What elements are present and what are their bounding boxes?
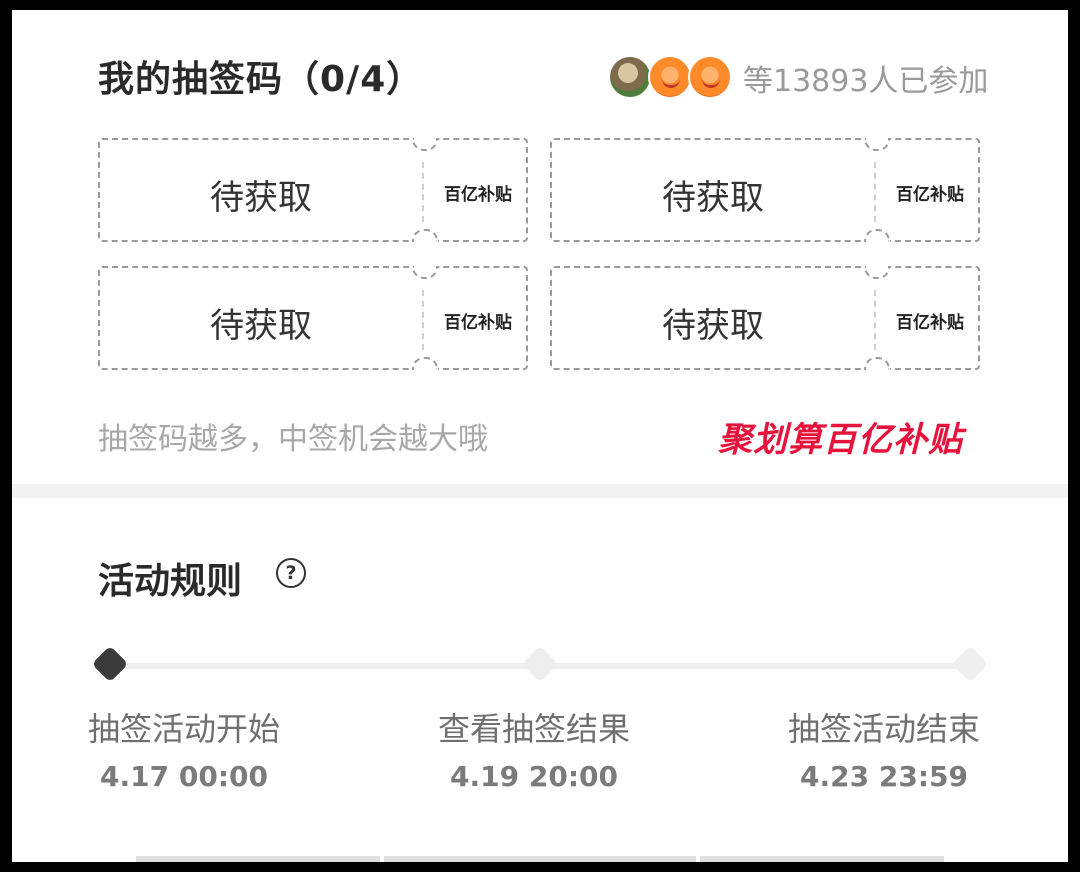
question-circle-icon[interactable]: ?: [276, 558, 306, 588]
ticket-card[interactable]: 待获取 百亿补贴: [98, 266, 528, 370]
step-time-result: 4.19 20:00: [450, 760, 618, 793]
section-divider: [12, 484, 1068, 498]
step-label-result: 查看抽签结果: [437, 710, 630, 748]
bottom-bar: [136, 856, 380, 862]
bottom-bar: [700, 856, 944, 862]
ticket-status: 待获取: [210, 178, 312, 218]
bottom-bar: [384, 856, 696, 862]
step-label-end: 抽签活动结束: [787, 710, 980, 748]
step-time-end: 4.23 23:59: [800, 760, 968, 793]
page-title: 我的抽签码（0/4）: [98, 59, 424, 100]
hint-text: 抽签码越多，中签机会越大哦: [98, 422, 488, 457]
ticket-brand: 百亿补贴: [444, 185, 512, 205]
ticket-card[interactable]: 待获取 百亿补贴: [550, 266, 980, 370]
step-time-start: 4.17 00:00: [100, 760, 268, 793]
participant-avatars: [608, 55, 738, 101]
timeline-node-active: [91, 645, 129, 683]
brand-logo: 聚划算百亿补贴: [718, 420, 963, 460]
avatar: [688, 55, 732, 99]
ticket-status: 待获取: [210, 306, 312, 346]
ticket-brand: 百亿补贴: [444, 313, 512, 333]
ticket-brand: 百亿补贴: [896, 313, 964, 333]
timeline-node: [951, 645, 989, 683]
avatar: [608, 55, 652, 99]
ticket-card[interactable]: 待获取 百亿补贴: [550, 138, 980, 242]
ticket-status: 待获取: [662, 178, 764, 218]
participant-count: 等13893人已参加: [743, 64, 989, 99]
ticket-status: 待获取: [662, 306, 764, 346]
avatar: [648, 55, 692, 99]
rules-title: 活动规则: [98, 561, 243, 602]
timeline-node: [521, 645, 559, 683]
step-label-start: 抽签活动开始: [87, 710, 280, 748]
ticket-brand: 百亿补贴: [896, 185, 964, 205]
draw-code-panel: 我的抽签码（0/4） 等13893人已参加 待获取 百亿补贴 待获取 百亿补贴 …: [12, 10, 1068, 862]
ticket-card[interactable]: 待获取 百亿补贴: [98, 138, 528, 242]
